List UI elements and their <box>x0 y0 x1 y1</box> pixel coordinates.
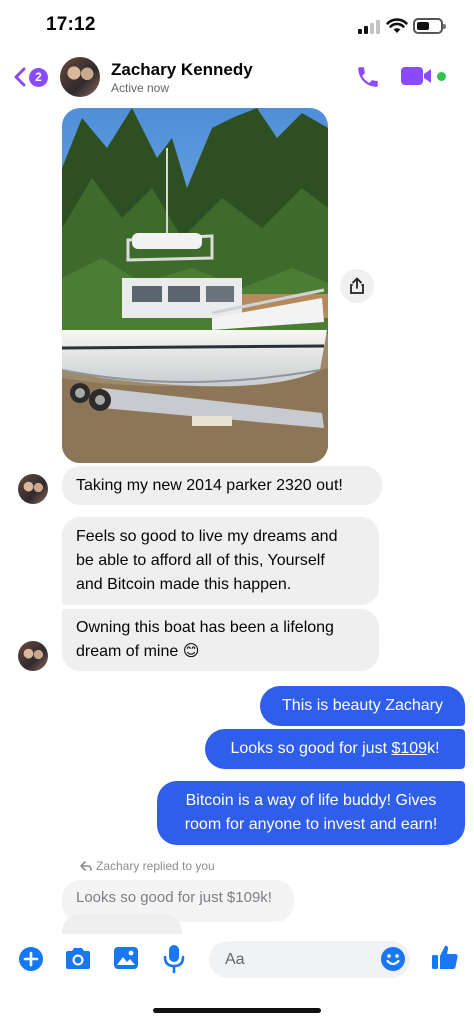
message-text: k! <box>427 740 440 757</box>
message-text: Feels so good to live my dreams and <box>76 528 338 545</box>
contact-avatar[interactable] <box>60 57 100 97</box>
sender-avatar[interactable] <box>18 474 48 504</box>
back-button[interactable]: 2 <box>13 62 53 92</box>
sent-message-bubble[interactable]: Looks so good for just $109k! <box>205 729 465 769</box>
share-icon <box>350 277 364 294</box>
cellular-signal-icon <box>358 20 382 34</box>
unread-count-badge: 2 <box>29 67 48 87</box>
message-bubble[interactable]: Owning this boat has been a lifelong dre… <box>62 609 379 671</box>
phone-icon[interactable] <box>355 64 381 90</box>
message-bubble[interactable]: Feels so good to live my dreams and be a… <box>62 517 379 605</box>
image-icon[interactable] <box>113 946 139 970</box>
quoted-message-text: Looks so good for just $109k! <box>76 889 272 906</box>
message-text: This is beauty Zachary <box>282 697 443 714</box>
message-text: Looks so good for just <box>230 740 392 757</box>
contact-status: Active now <box>111 81 170 95</box>
reply-label: Zachary replied to you <box>80 859 215 873</box>
message-text: Owning this boat has been a lifelong <box>76 619 334 636</box>
message-text: dream of mine 😊 <box>76 643 200 660</box>
video-camera-icon[interactable] <box>401 65 435 87</box>
battery-level <box>417 22 429 30</box>
sent-message-bubble[interactable]: This is beauty Zachary <box>260 686 465 726</box>
emoji-icon[interactable] <box>380 946 406 972</box>
reply-arrow-icon <box>80 861 92 871</box>
message-bubble[interactable]: Taking my new 2014 parker 2320 out! <box>62 466 382 505</box>
status-bar: 17:12 <box>0 0 474 52</box>
message-text: and Bitcoin made this happen. <box>76 576 292 593</box>
conversation-header: 2 Zachary Kennedy Active now <box>0 52 474 104</box>
battery-icon <box>413 18 446 34</box>
sender-avatar[interactable] <box>18 641 48 671</box>
camera-icon[interactable] <box>64 947 92 971</box>
microphone-icon[interactable] <box>163 944 185 974</box>
status-time: 17:12 <box>46 14 96 35</box>
online-status-dot <box>437 72 446 81</box>
message-text: be able to afford all of this, Yourself <box>76 552 325 569</box>
home-indicator <box>153 1008 321 1013</box>
message-composer <box>0 934 474 1024</box>
price-link[interactable]: $109 <box>391 740 427 757</box>
plus-circle-icon[interactable] <box>18 946 44 972</box>
message-text: room for anyone to invest and earn! <box>184 816 438 833</box>
message-text: Bitcoin is a way of life buddy! Gives <box>185 792 437 809</box>
share-button[interactable] <box>340 269 374 303</box>
message-text: Taking my new 2014 parker 2320 out! <box>76 477 343 494</box>
thumbs-up-icon[interactable] <box>431 943 459 971</box>
contact-name[interactable]: Zachary Kennedy <box>111 60 253 80</box>
boat-photo[interactable] <box>62 108 328 463</box>
chevron-left-icon <box>14 67 26 87</box>
reply-message-bubble[interactable] <box>62 914 182 934</box>
reply-label-text: Zachary replied to you <box>96 859 215 873</box>
sent-message-bubble[interactable]: Bitcoin is a way of life buddy! Gives ro… <box>157 781 465 845</box>
wifi-icon <box>386 18 408 33</box>
